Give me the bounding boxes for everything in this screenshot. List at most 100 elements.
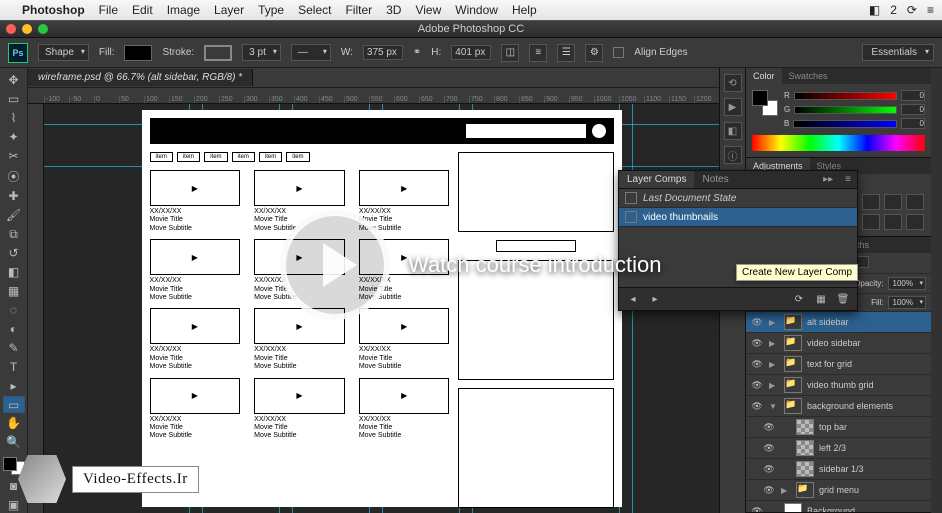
- menu-layer[interactable]: Layer: [214, 3, 244, 17]
- opacity-field[interactable]: 100%: [888, 277, 926, 290]
- visibility-icon[interactable]: 👁: [762, 422, 776, 433]
- tab-layer-comps[interactable]: Layer Comps: [619, 171, 694, 188]
- prev-comp-icon[interactable]: ◂: [625, 291, 641, 307]
- actions-panel-icon[interactable]: ▶: [724, 98, 742, 116]
- visibility-icon[interactable]: 👁: [762, 443, 776, 454]
- gradient-tool-icon[interactable]: ▦: [3, 282, 25, 299]
- disclosure-icon[interactable]: ▶: [769, 381, 779, 390]
- layer-row[interactable]: 👁sidebar 1/3: [746, 459, 931, 480]
- menu-type[interactable]: Type: [258, 3, 284, 17]
- sync-icon[interactable]: ⟳: [907, 3, 917, 17]
- cc-status-icon[interactable]: ◧: [869, 3, 880, 17]
- disclosure-icon[interactable]: ▶: [769, 339, 779, 348]
- type-tool-icon[interactable]: T: [3, 358, 25, 375]
- adj-icon[interactable]: [906, 214, 924, 230]
- heal-tool-icon[interactable]: ✚: [3, 188, 25, 205]
- hand-tool-icon[interactable]: ✋: [3, 415, 25, 432]
- layer-row[interactable]: 👁Background: [746, 501, 931, 512]
- visibility-icon[interactable]: 👁: [750, 338, 764, 349]
- align-edges-checkbox[interactable]: [613, 47, 624, 58]
- notification-badge[interactable]: 2: [890, 3, 897, 17]
- photo-filter-adj-icon[interactable]: [906, 194, 924, 210]
- path-select-icon[interactable]: ▸: [3, 377, 25, 394]
- stroke-swatch[interactable]: [204, 45, 232, 61]
- visibility-icon[interactable]: 👁: [762, 464, 776, 475]
- delete-comp-icon[interactable]: 🗑: [835, 291, 851, 307]
- layer-row[interactable]: 👁▶📁grid menu: [746, 480, 931, 501]
- marquee-tool-icon[interactable]: ▭: [3, 91, 25, 108]
- brush-tool-icon[interactable]: 🖌: [3, 207, 25, 224]
- layer-comp-row[interactable]: video thumbnails: [619, 208, 857, 227]
- eraser-tool-icon[interactable]: ◧: [3, 264, 25, 281]
- panel-menu-icon[interactable]: ≡: [839, 171, 857, 188]
- ps-home-icon[interactable]: Ps: [8, 43, 28, 63]
- layer-name[interactable]: top bar: [819, 422, 927, 432]
- link-wh-icon[interactable]: ⚭: [413, 47, 421, 58]
- layer-row[interactable]: 👁 top bar: [746, 417, 931, 438]
- arrange-icon[interactable]: ☰: [557, 44, 575, 62]
- bw-adj-icon[interactable]: [884, 194, 902, 210]
- lasso-tool-icon[interactable]: ⌇: [3, 110, 25, 127]
- menu-filter[interactable]: Filter: [345, 3, 372, 17]
- layer-comps-panel[interactable]: Layer CompsNotes▸▸≡ Last Document State …: [618, 170, 858, 311]
- update-comp-icon[interactable]: ⟳: [791, 291, 807, 307]
- menu-file[interactable]: File: [99, 3, 118, 17]
- r-slider[interactable]: [794, 92, 897, 100]
- vertical-ruler[interactable]: [28, 104, 44, 513]
- layer-row[interactable]: 👁▼📁background elements: [746, 396, 931, 417]
- zoom-tool-icon[interactable]: 🔍: [3, 434, 25, 451]
- visibility-icon[interactable]: 👁: [750, 380, 764, 391]
- disclosure-icon[interactable]: ▶: [769, 318, 779, 327]
- layer-name[interactable]: video sidebar: [807, 338, 927, 348]
- rectangle-tool-icon[interactable]: ▭: [3, 396, 25, 413]
- blur-tool-icon[interactable]: ◌: [3, 301, 25, 318]
- layer-row[interactable]: 👁▶📁text for grid: [746, 354, 931, 375]
- wireframe-artboard[interactable]: itemitemitemitemitemitem XX/XX/XXMovie T…: [142, 110, 622, 507]
- r-value[interactable]: [901, 90, 925, 101]
- layer-name[interactable]: background elements: [807, 401, 927, 411]
- menu-select[interactable]: Select: [298, 3, 331, 17]
- visibility-icon[interactable]: 👁: [750, 317, 764, 328]
- layer-name[interactable]: alt sidebar: [807, 317, 927, 327]
- color-fgbg[interactable]: [752, 90, 778, 116]
- layer-row[interactable]: 👁 left 2/3: [746, 438, 931, 459]
- layer-row[interactable]: 👁▶📁alt sidebar: [746, 312, 931, 333]
- menu-help[interactable]: Help: [512, 3, 537, 17]
- tab-swatches[interactable]: Swatches: [782, 68, 835, 84]
- crop-tool-icon[interactable]: ✂: [3, 148, 25, 165]
- align-icon[interactable]: ≡: [529, 44, 547, 62]
- b-slider[interactable]: [793, 120, 897, 128]
- menu-3d[interactable]: 3D: [386, 3, 401, 17]
- horizontal-ruler[interactable]: -100-50050100150200250300350400450500550…: [28, 88, 719, 104]
- move-tool-icon[interactable]: ✥: [3, 72, 25, 89]
- last-doc-state-row[interactable]: Last Document State: [619, 189, 857, 208]
- menu-edit[interactable]: Edit: [132, 3, 153, 17]
- g-slider[interactable]: [794, 106, 897, 114]
- gear-icon[interactable]: ⚙: [585, 44, 603, 62]
- workspace-switcher[interactable]: Essentials: [862, 44, 934, 61]
- app-menu[interactable]: Photoshop: [22, 3, 85, 17]
- tool-mode-dropdown[interactable]: Shape: [38, 44, 89, 61]
- layer-row[interactable]: 👁▶📁video sidebar: [746, 333, 931, 354]
- disclosure-icon[interactable]: ▶: [769, 360, 779, 369]
- b-value[interactable]: [901, 118, 925, 129]
- layer-name[interactable]: left 2/3: [819, 443, 927, 453]
- layer-name[interactable]: video thumb grid: [807, 380, 927, 390]
- history-brush-icon[interactable]: ↺: [3, 245, 25, 262]
- path-ops-icon[interactable]: ◫: [501, 44, 519, 62]
- hue-adj-icon[interactable]: [862, 194, 880, 210]
- traffic-lights[interactable]: [6, 24, 48, 34]
- panel-collapse-icon[interactable]: ▸▸: [817, 171, 839, 188]
- stamp-tool-icon[interactable]: ⧉: [3, 226, 25, 243]
- layer-row[interactable]: 👁▶📁video thumb grid: [746, 375, 931, 396]
- info-panel-icon[interactable]: ⓘ: [724, 146, 742, 164]
- menu-view[interactable]: View: [415, 3, 441, 17]
- menu-window[interactable]: Window: [455, 3, 498, 17]
- height-input[interactable]: [451, 45, 491, 60]
- next-comp-icon[interactable]: ▸: [647, 291, 663, 307]
- layer-name[interactable]: grid menu: [819, 485, 927, 495]
- visibility-icon[interactable]: 👁: [750, 401, 764, 412]
- list-icon[interactable]: ≡: [927, 3, 934, 17]
- selective-color-adj-icon[interactable]: [884, 214, 902, 230]
- disclosure-icon[interactable]: ▶: [781, 486, 791, 495]
